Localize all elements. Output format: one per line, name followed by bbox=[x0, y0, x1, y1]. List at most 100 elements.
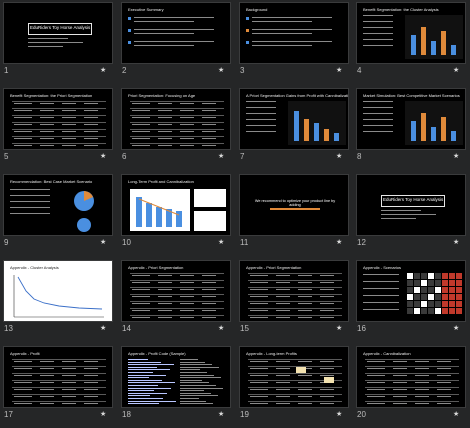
slide-canvas[interactable]: A Priori Segmentation Gains from Profit … bbox=[239, 88, 349, 150]
text-line bbox=[62, 382, 76, 384]
slide-title: Appendix - Cannibalization bbox=[363, 351, 411, 356]
text-line bbox=[437, 368, 451, 370]
slide-canvas[interactable]: Background bbox=[239, 2, 349, 64]
star-icon[interactable]: ★ bbox=[100, 238, 106, 246]
slide-thumbnail-3[interactable]: Background 3 ★ bbox=[236, 0, 354, 84]
table-row bbox=[248, 373, 342, 374]
text-line bbox=[276, 310, 290, 312]
star-icon[interactable]: ★ bbox=[336, 238, 342, 246]
slide-thumbnail-17[interactable]: Appendix - Profit 17 ★ bbox=[0, 344, 118, 428]
slide-canvas[interactable]: Benefit Segmentation: the Cluster Analys… bbox=[356, 2, 466, 64]
slide-title: Background bbox=[246, 7, 268, 12]
text-line bbox=[158, 117, 172, 119]
star-icon[interactable]: ★ bbox=[453, 66, 459, 74]
slide-thumbnail-16[interactable]: Appendix - Scenarios 16 ★ bbox=[353, 258, 470, 342]
slide-canvas[interactable]: EduRiders Toy Horse AnalysisEduRiders To… bbox=[3, 2, 113, 64]
text-line bbox=[40, 361, 54, 363]
heatmap-cell bbox=[456, 308, 462, 314]
star-icon[interactable]: ★ bbox=[218, 152, 224, 160]
slide-title: Appendix - Scenarios bbox=[363, 265, 402, 270]
slide-thumbnail-18[interactable]: Appendix - Profit Code (Sample) 18 ★ bbox=[118, 344, 236, 428]
text-line bbox=[128, 385, 158, 386]
slide-thumbnail-9[interactable]: Recommendation: Best Case Market Scenari… bbox=[0, 172, 118, 256]
heatmap-cell bbox=[449, 301, 455, 307]
heatmap-cell bbox=[442, 280, 448, 286]
text-line bbox=[363, 21, 393, 23]
star-icon[interactable]: ★ bbox=[218, 324, 224, 332]
star-icon[interactable]: ★ bbox=[453, 324, 459, 332]
star-icon[interactable]: ★ bbox=[453, 152, 459, 160]
text-line bbox=[158, 303, 172, 305]
star-icon[interactable]: ★ bbox=[218, 410, 224, 418]
slide-thumbnail-5[interactable]: Benefit Segmentation: the Priori Segment… bbox=[0, 86, 118, 170]
slide-canvas[interactable]: Priori Segmentation: Focusing on Age bbox=[121, 88, 231, 150]
text-line bbox=[62, 110, 76, 112]
slide-thumbnail-13[interactable]: Appendix - Cluster Analysis 13 ★ bbox=[0, 258, 118, 342]
slide-thumbnail-14[interactable]: Appendix - Priori Segmentation 14 ★ bbox=[118, 258, 236, 342]
text-line bbox=[132, 317, 150, 319]
slide-canvas[interactable]: Appendix - Profit bbox=[3, 346, 113, 408]
slide-number: 14 bbox=[122, 324, 131, 333]
heatmap-cell bbox=[414, 294, 420, 300]
slide-title: Appendix - Long-term Profits bbox=[246, 351, 297, 356]
text-line bbox=[202, 282, 216, 284]
bar bbox=[334, 133, 339, 141]
slide-title: Appendix - Priori Segmentation bbox=[246, 265, 302, 270]
slide-thumbnail-6[interactable]: Priori Segmentation: Focusing on Age 6 ★ bbox=[118, 86, 236, 170]
slide-canvas[interactable]: Recommendation: Best Case Market Scenari… bbox=[3, 174, 113, 236]
slide-thumbnail-15[interactable]: Appendix - Priori Segmentation 15 ★ bbox=[236, 258, 354, 342]
slide-canvas[interactable]: Appendix - Priori Segmentation bbox=[121, 260, 231, 322]
text-line bbox=[298, 296, 312, 298]
heatmap-cell bbox=[428, 280, 434, 286]
slide-title: Market Simulation: Best Competitive Mark… bbox=[363, 93, 460, 98]
slide-canvas[interactable]: Appendix - Priori Segmentation bbox=[239, 260, 349, 322]
slide-thumbnail-11[interactable]: We recommend to optimize your product li… bbox=[236, 172, 354, 256]
slide-thumbnail-1[interactable]: EduRiders Toy Horse AnalysisEduRiders To… bbox=[0, 0, 118, 84]
text-line bbox=[62, 403, 76, 405]
star-icon[interactable]: ★ bbox=[100, 410, 106, 418]
star-icon[interactable]: ★ bbox=[336, 152, 342, 160]
star-icon[interactable]: ★ bbox=[218, 238, 224, 246]
slide-canvas[interactable]: Long-Term Profit and Cannibalization bbox=[121, 174, 231, 236]
text-line bbox=[28, 46, 63, 48]
slide-canvas[interactable]: Appendix - Long-term Profits bbox=[239, 346, 349, 408]
slide-canvas[interactable]: Market Simulation: Best Competitive Mark… bbox=[356, 88, 466, 150]
slide-canvas[interactable]: Benefit Segmentation: the Priori Segment… bbox=[3, 88, 113, 150]
text-line bbox=[180, 289, 194, 291]
text-line bbox=[62, 368, 76, 370]
slide-canvas[interactable]: Appendix - Cannibalization bbox=[356, 346, 466, 408]
slide-canvas[interactable]: EduRiders Toy Horse AnalysisEduRiders To… bbox=[356, 174, 466, 236]
slide-canvas[interactable]: Appendix - Profit Code (Sample) bbox=[121, 346, 231, 408]
text-line bbox=[202, 145, 216, 147]
star-icon[interactable]: ★ bbox=[100, 152, 106, 160]
star-icon[interactable]: ★ bbox=[453, 238, 459, 246]
slide-thumbnail-2[interactable]: Executive Summary 2 ★ bbox=[118, 0, 236, 84]
slide-canvas[interactable]: Appendix - Cluster Analysis bbox=[3, 260, 113, 322]
heatmap-cell bbox=[442, 287, 448, 293]
star-icon[interactable]: ★ bbox=[453, 410, 459, 418]
slide-thumbnail-7[interactable]: A Priori Segmentation Gains from Profit … bbox=[236, 86, 354, 170]
table-row bbox=[130, 280, 224, 281]
slide-number: 17 bbox=[4, 410, 13, 419]
star-icon[interactable]: ★ bbox=[218, 66, 224, 74]
star-icon[interactable]: ★ bbox=[336, 324, 342, 332]
slide-thumbnail-20[interactable]: Appendix - Cannibalization 20 ★ bbox=[353, 344, 470, 428]
text-line bbox=[180, 369, 200, 371]
slide-thumbnail-12[interactable]: EduRiders Toy Horse AnalysisEduRiders To… bbox=[353, 172, 470, 256]
slide-canvas[interactable]: We recommend to optimize your product li… bbox=[239, 174, 349, 236]
slide-thumbnail-8[interactable]: Market Simulation: Best Competitive Mark… bbox=[353, 86, 470, 170]
star-icon[interactable]: ★ bbox=[336, 410, 342, 418]
star-icon[interactable]: ★ bbox=[336, 66, 342, 74]
slide-thumbnail-19[interactable]: Appendix - Long-term Profits 19 ★ bbox=[236, 344, 354, 428]
table-row bbox=[248, 315, 342, 316]
slide-thumbnail-4[interactable]: Benefit Segmentation: the Cluster Analys… bbox=[353, 0, 470, 84]
slide-canvas[interactable]: Appendix - Scenarios bbox=[356, 260, 466, 322]
star-icon[interactable]: ★ bbox=[100, 324, 106, 332]
slide-thumbnail-10[interactable]: Long-Term Profit and Cannibalization 10 ★ bbox=[118, 172, 236, 256]
text-line bbox=[250, 310, 268, 312]
table-row bbox=[130, 101, 224, 102]
bullet-icon bbox=[246, 17, 249, 20]
slide-canvas[interactable]: Executive Summary bbox=[121, 2, 231, 64]
star-icon[interactable]: ★ bbox=[100, 66, 106, 74]
text-line bbox=[363, 15, 393, 17]
